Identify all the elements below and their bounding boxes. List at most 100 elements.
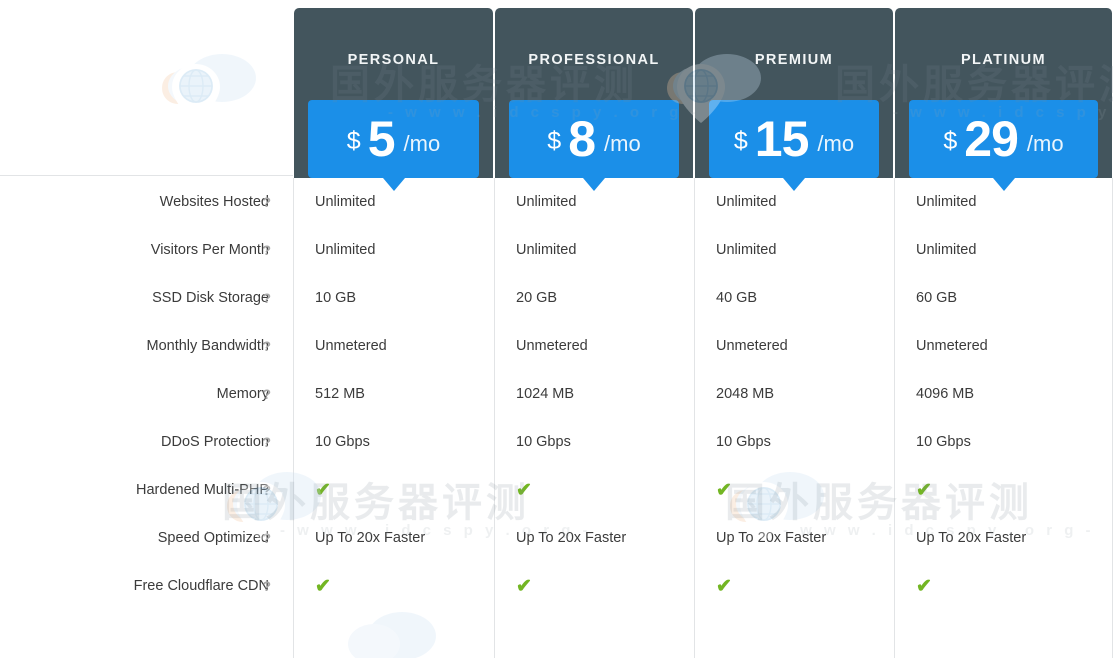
feature-value-cell: 10 Gbps [694,418,894,466]
feature-value-cell: Unmetered [894,322,1113,370]
help-tooltip-icon[interactable]: ? [262,530,271,546]
feature-value-cell: 20 GB [494,274,694,322]
help-tooltip-icon[interactable]: ? [262,290,271,306]
feature-label-row: Free Cloudflare CDN? [0,562,293,610]
feature-value-cell: Unmetered [694,322,894,370]
feature-label-column: Websites Hosted? Visitors Per Month? SSD D… [0,178,293,610]
feature-value: Up To 20x Faster [716,530,827,546]
check-icon: ✔ [315,479,331,501]
feature-value-cell: ✔ [494,562,694,610]
feature-label: Speed Optimized [157,530,269,546]
feature-value: 10 Gbps [716,434,771,450]
feature-label-row: DDoS Protection? [0,418,293,466]
feature-value-cell: 10 GB [293,274,494,322]
feature-value-cell: ✔ [494,466,694,514]
feature-value-cell: ✔ [894,562,1113,610]
check-icon: ✔ [516,575,532,597]
feature-value: Unlimited [716,194,777,210]
feature-value: Unlimited [516,242,577,258]
feature-label-row: Monthly Bandwidth? [0,322,293,370]
feature-value: Unmetered [716,338,788,354]
feature-value: Unlimited [315,242,376,258]
feature-label: SSD Disk Storage [152,290,269,306]
feature-value-cell: Unlimited [894,226,1113,274]
feature-value: 10 GB [315,290,357,306]
plan-value-column: Unlimited Unlimited 20 GB Unmetered 1024 MB 1… [494,178,694,610]
help-tooltip-icon[interactable]: ? [262,338,271,354]
feature-table: Websites Hosted? Visitors Per Month? SSD D… [0,0,1113,658]
feature-value-cell: Up To 20x Faster [293,514,494,562]
feature-value-cell: 10 Gbps [293,418,494,466]
feature-value: 10 Gbps [315,434,370,450]
feature-label-row: Hardened Multi-PHP? [0,466,293,514]
feature-label-row: Visitors Per Month? [0,226,293,274]
feature-value-cell: Unlimited [894,178,1113,226]
feature-label: Visitors Per Month [150,242,269,258]
help-tooltip-icon[interactable]: ? [262,242,271,258]
feature-value-cell: 4096 MB [894,370,1113,418]
feature-value-cell: ✔ [293,466,494,514]
feature-value: 1024 MB [516,386,575,402]
check-icon: ✔ [916,575,932,597]
feature-value-cell: 40 GB [694,274,894,322]
feature-label: Memory [216,386,269,402]
help-tooltip-icon[interactable]: ? [262,386,271,402]
feature-value: Unmetered [315,338,387,354]
feature-value: 4096 MB [916,386,975,402]
pricing-comparison-table: 国外服务器评测 - w w w . i d c s p y . o r g - … [0,0,1113,658]
feature-value-cell: 60 GB [894,274,1113,322]
plan-value-column: Unlimited Unlimited 40 GB Unmetered 2048 MB 1… [694,178,894,610]
check-icon: ✔ [716,575,732,597]
feature-value: Unlimited [315,194,376,210]
check-icon: ✔ [516,479,532,501]
feature-value-cell: Up To 20x Faster [694,514,894,562]
feature-value: Unlimited [716,242,777,258]
feature-value-cell: Up To 20x Faster [894,514,1113,562]
feature-value: Unlimited [916,194,977,210]
feature-value: 40 GB [716,290,758,306]
feature-label-row: Memory? [0,370,293,418]
feature-value-cell: ✔ [293,562,494,610]
check-icon: ✔ [716,479,732,501]
feature-value-cell: Unlimited [494,178,694,226]
check-icon: ✔ [916,479,932,501]
feature-label: DDoS Protection [161,434,269,450]
feature-label: Websites Hosted [159,194,269,210]
feature-value-cell: 10 Gbps [894,418,1113,466]
feature-label-row: Speed Optimized? [0,514,293,562]
feature-value-cell: ✔ [694,466,894,514]
feature-value: 10 Gbps [916,434,971,450]
help-tooltip-icon[interactable]: ? [262,194,271,210]
feature-value: 60 GB [916,290,958,306]
help-tooltip-icon[interactable]: ? [262,434,271,450]
feature-value-cell: Unlimited [694,178,894,226]
feature-value: Up To 20x Faster [916,530,1027,546]
feature-value: Up To 20x Faster [516,530,627,546]
feature-value-cell: 512 MB [293,370,494,418]
feature-value: 512 MB [315,386,365,402]
label-column-divider [0,175,293,176]
feature-value-cell: ✔ [894,466,1113,514]
feature-value-cell: ✔ [694,562,894,610]
feature-value-cell: Unlimited [293,226,494,274]
feature-value: 20 GB [516,290,558,306]
feature-value-cell: Up To 20x Faster [494,514,694,562]
feature-value: 10 Gbps [516,434,571,450]
check-icon: ✔ [315,575,331,597]
feature-value-cell: Unmetered [494,322,694,370]
feature-value-cell: 10 Gbps [494,418,694,466]
feature-value-cell: Unmetered [293,322,494,370]
feature-label-row: Websites Hosted? [0,178,293,226]
feature-label-row: SSD Disk Storage? [0,274,293,322]
feature-value: 2048 MB [716,386,775,402]
feature-value: Up To 20x Faster [315,530,426,546]
feature-value: Unmetered [916,338,988,354]
feature-value-cell: 2048 MB [694,370,894,418]
help-tooltip-icon[interactable]: ? [262,578,271,594]
plan-value-column: Unlimited Unlimited 10 GB Unmetered 512 MB 10… [293,178,494,610]
feature-value: Unlimited [516,194,577,210]
help-tooltip-icon[interactable]: ? [262,482,271,498]
feature-label: Monthly Bandwidth [146,338,269,354]
feature-value-cell: 1024 MB [494,370,694,418]
plan-value-column: Unlimited Unlimited 60 GB Unmetered 4096 MB 1… [894,178,1113,610]
